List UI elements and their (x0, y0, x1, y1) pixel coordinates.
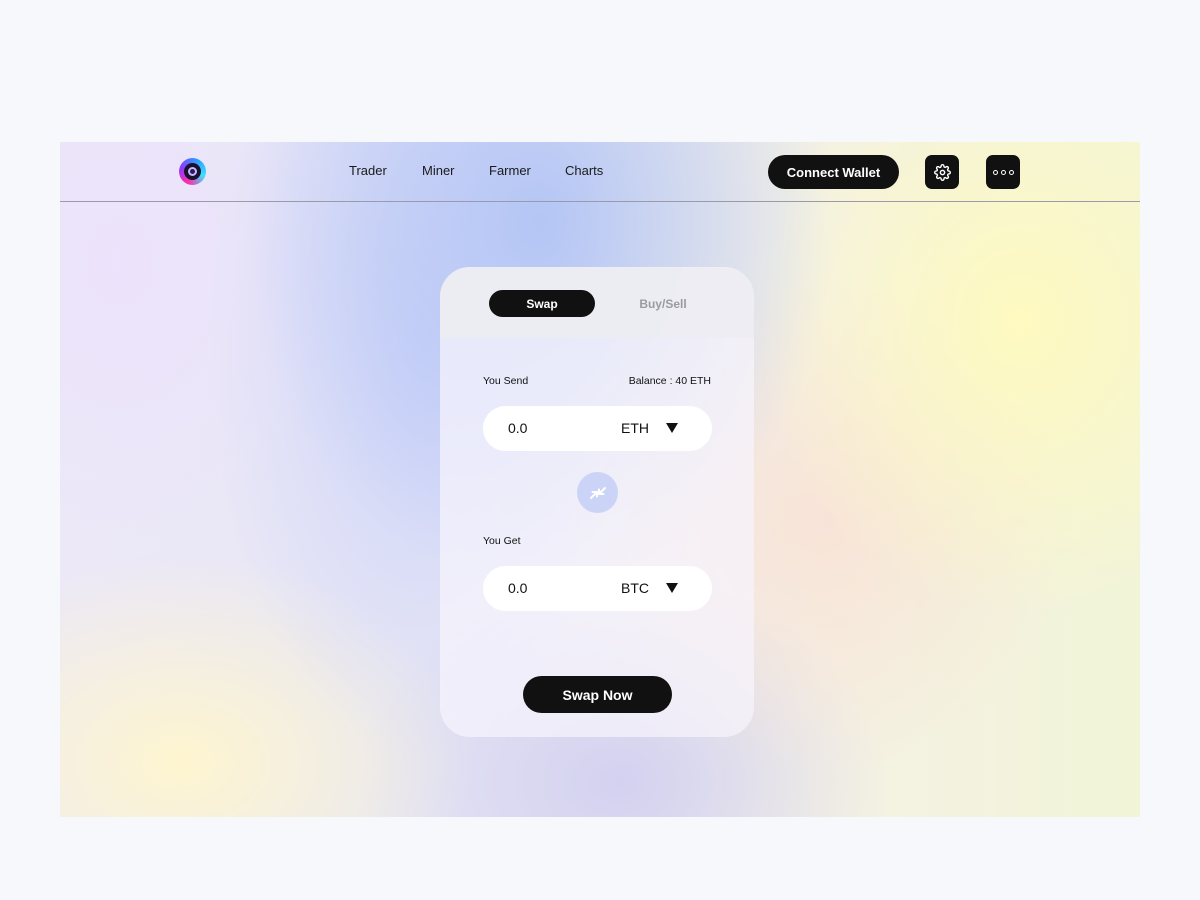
chevron-down-icon[interactable] (666, 583, 678, 593)
swap-card: Swap Buy/Sell You Send Balance : 40 ETH … (440, 267, 754, 737)
logo-inner (184, 163, 201, 180)
tab-swap[interactable]: Swap (489, 290, 595, 317)
send-amount-input[interactable]: 0.0 (508, 420, 527, 436)
you-get-label: You Get (483, 535, 521, 547)
swap-card-tabs: Swap Buy/Sell (440, 267, 754, 338)
send-token-select[interactable]: ETH (621, 420, 649, 436)
settings-button[interactable] (925, 155, 959, 189)
nav-link-farmer[interactable]: Farmer (489, 163, 531, 178)
gear-icon (933, 163, 951, 181)
get-field: 0.0 BTC (483, 566, 712, 611)
logo-icon[interactable] (179, 158, 206, 185)
nav-link-trader[interactable]: Trader (349, 163, 387, 178)
nav-link-charts[interactable]: Charts (565, 163, 603, 178)
switch-tokens-button[interactable] (577, 472, 618, 513)
swap-now-button[interactable]: Swap Now (523, 676, 672, 713)
more-dots-icon (992, 169, 1014, 175)
nav-link-miner[interactable]: Miner (422, 163, 455, 178)
balance-text: Balance : 40 ETH (628, 375, 711, 387)
navbar: Trader Miner Farmer Charts Connect Walle… (60, 142, 1140, 202)
logo-core (188, 167, 197, 176)
connect-wallet-button[interactable]: Connect Wallet (768, 155, 899, 189)
swap-arrows-icon (589, 486, 606, 499)
get-token-select[interactable]: BTC (621, 580, 649, 596)
tab-buy-sell[interactable]: Buy/Sell (610, 290, 716, 317)
send-field: 0.0 ETH (483, 406, 712, 451)
more-options-button[interactable] (986, 155, 1020, 189)
app-frame: Trader Miner Farmer Charts Connect Walle… (60, 142, 1140, 817)
you-send-label: You Send (483, 375, 529, 387)
chevron-down-icon[interactable] (666, 423, 678, 433)
get-amount-input[interactable]: 0.0 (508, 580, 527, 596)
